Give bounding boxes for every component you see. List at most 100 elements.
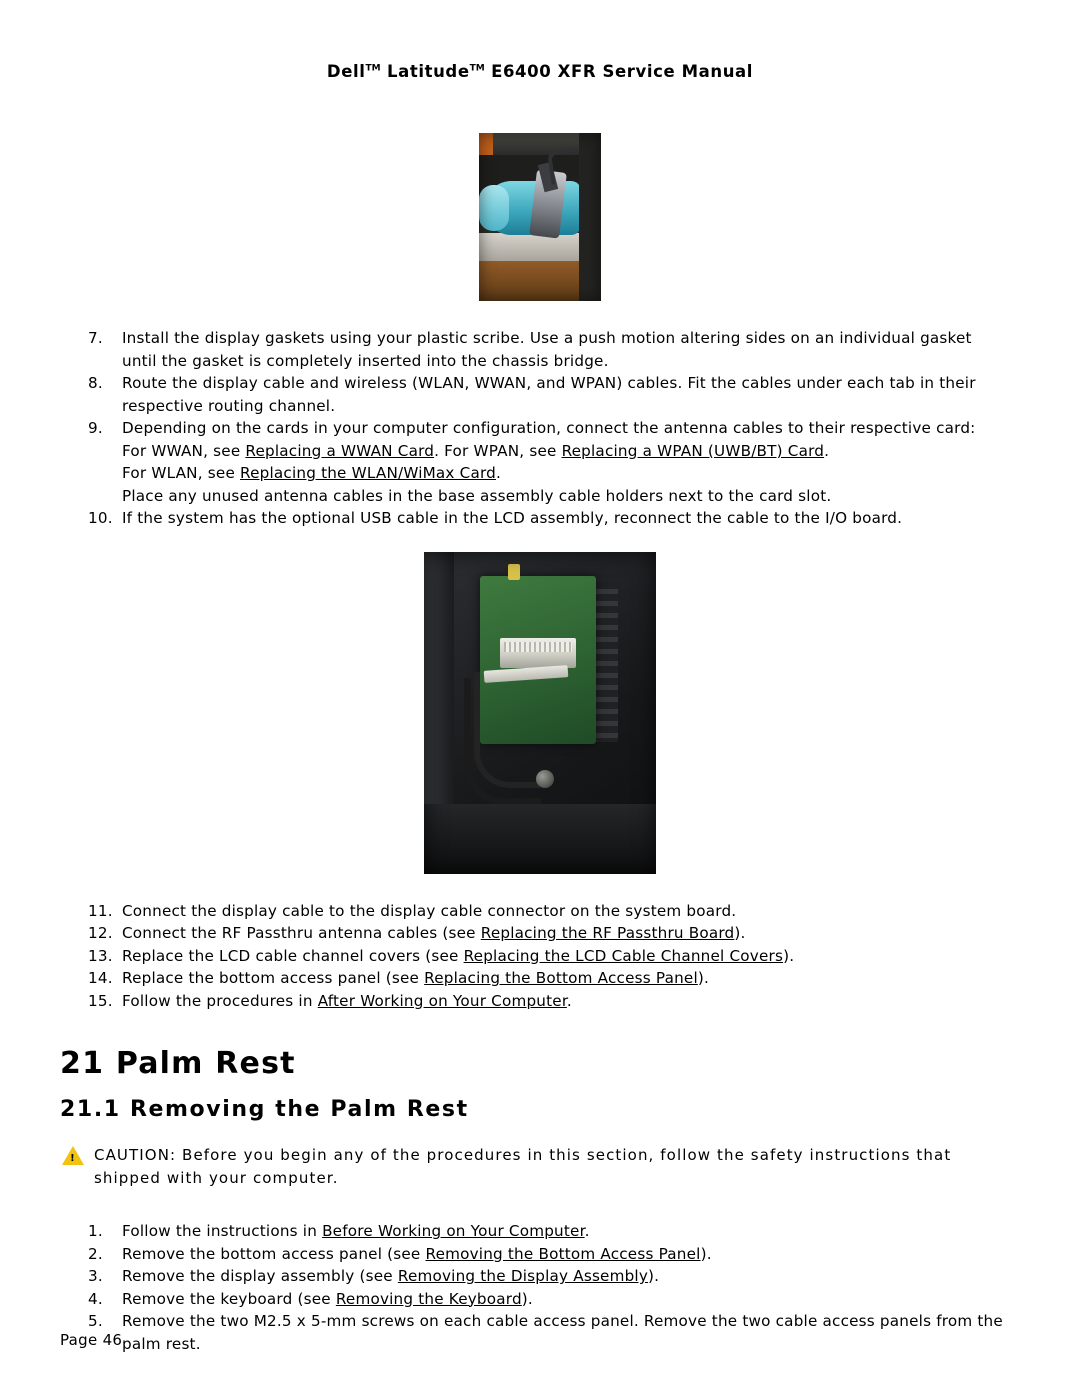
list-item: 8. Route the display cable and wireless … [88, 372, 1008, 417]
step-text-pre: Follow the instructions in [122, 1222, 323, 1240]
list-item: 4. Remove the keyboard (see Removing the… [88, 1288, 1020, 1311]
step-text-block: Follow the instructions in Before Workin… [122, 1220, 1020, 1243]
step-text-pre: Follow the procedures in [122, 991, 318, 1010]
step-text-block: Follow the procedures in After Working o… [122, 990, 1008, 1013]
step-text-line2-post: . [824, 441, 830, 460]
subsection-title: Removing the Palm Rest [129, 1097, 469, 1122]
step-text-post: ). [734, 924, 746, 942]
io-board-usb-cable-photo [424, 551, 656, 874]
steps-list-group-1: 7. Install the display gaskets using you… [0, 327, 1080, 530]
warning-exclamation: ! [70, 1153, 76, 1164]
step-text-post: ). [521, 1289, 533, 1308]
header-title-part2: Latitude [387, 62, 470, 81]
link-replacing-rf-passthru-board[interactable]: Replacing the RF Passthru Board [481, 924, 735, 942]
step-number: 3. [88, 1267, 103, 1285]
photo-vignette [479, 133, 601, 301]
step-text-post: ). [648, 1267, 660, 1285]
list-item: 12. Connect the RF Passthru antenna cabl… [88, 922, 1008, 945]
list-item: 2. Remove the bottom access panel (see R… [88, 1243, 1020, 1266]
photo-vignette [424, 552, 656, 874]
step-text-line4: Place any unused antenna cables in the b… [122, 486, 832, 505]
header-title-part3: E6400 XFR Service Manual [484, 62, 754, 81]
steps-list-group-2: 11. Connect the display cable to the dis… [0, 900, 1080, 1013]
list-item: 7. Install the display gaskets using you… [88, 327, 1008, 372]
section-number: 21 [60, 1046, 105, 1081]
list-item: 10. If the system has the optional USB c… [88, 507, 1008, 530]
step-text: Install the display gaskets using your p… [122, 329, 972, 370]
subsection-number: 21.1 [60, 1097, 121, 1122]
step-text-block: Remove the keyboard (see Removing the Ke… [122, 1288, 1020, 1311]
step-text: Route the display cable and wireless (WL… [122, 374, 976, 415]
link-replacing-lcd-cable-channel-covers[interactable]: Replacing the LCD Cable Channel Covers [464, 947, 784, 965]
section-title: Palm Rest [115, 1046, 296, 1081]
step-text-post: ). [697, 969, 710, 987]
page-title: 21 Palm Rest [0, 1046, 1080, 1081]
step-text-line3-post: . [495, 464, 502, 482]
step-text-line2-mid: . For WPAN, see [434, 441, 562, 460]
page-header: DellTM LatitudeTM E6400 XFR Service Manu… [0, 0, 1080, 81]
step-text-pre: Remove the bottom access panel (see [122, 1244, 426, 1263]
list-item: 5. Remove the two M2.5 x 5-mm screws on … [88, 1310, 1020, 1355]
step-number: 8. [88, 374, 103, 392]
step-text-block: Replace the bottom access panel (see Rep… [122, 967, 1008, 990]
link-replacing-wpan-card[interactable]: Replacing a WPAN (UWB/BT) Card [562, 442, 825, 460]
header-title-part1: Dell [326, 62, 366, 81]
step-number: 7. [88, 329, 103, 347]
caution-note: ! CAUTION: Before you begin any of the p… [0, 1144, 1080, 1190]
warning-triangle-icon: ! [62, 1146, 86, 1167]
link-replacing-wlan-wimax-card[interactable]: Replacing the WLAN/WiMax Card [240, 464, 496, 482]
steps-list-group-3: 1. Follow the instructions in Before Wor… [0, 1220, 1080, 1355]
step-text-line3-pre: For WLAN, see [122, 464, 241, 482]
step-text-pre: Replace the LCD cable channel covers (se… [122, 946, 464, 965]
step-text-pre: Remove the keyboard (see [122, 1289, 336, 1308]
step-text-post: . [584, 1222, 590, 1240]
page-footer: Page 46 [60, 1331, 123, 1349]
link-removing-display-assembly[interactable]: Removing the Display Assembly [398, 1267, 648, 1285]
document-page: DellTM LatitudeTM E6400 XFR Service Manu… [0, 0, 1080, 1397]
display-gasket-photo [479, 133, 601, 301]
step-number: 9. [88, 419, 103, 437]
step-text-block: Replace the LCD cable channel covers (se… [122, 945, 1008, 968]
list-item: 3. Remove the display assembly (see Remo… [88, 1265, 1020, 1288]
step-number: 1. [88, 1222, 103, 1240]
step-text-pre: Connect the RF Passthru antenna cables (… [122, 924, 481, 942]
step-text-post: . [566, 991, 572, 1010]
step-text-post: ). [783, 946, 795, 965]
step-text: Connect the display cable to the display… [122, 901, 737, 920]
step-number: 2. [88, 1244, 103, 1263]
step-text-pre: Replace the bottom access panel (see [122, 969, 425, 987]
header-trademark-1: TM [365, 63, 381, 74]
step-text-block: Remove the bottom access panel (see Remo… [122, 1243, 1020, 1266]
step-number: 13. [88, 946, 113, 965]
list-item: 13. Replace the LCD cable channel covers… [88, 945, 1008, 968]
step-text-block: Depending on the cards in your computer … [122, 417, 1008, 507]
link-replacing-wwan-card[interactable]: Replacing a WWAN Card [245, 442, 434, 460]
step-number: 10. [88, 509, 113, 527]
header-trademark-2: TM [469, 63, 485, 74]
step-text: Remove the two M2.5 x 5-mm screws on eac… [122, 1312, 1003, 1353]
step-number: 11. [88, 901, 113, 920]
step-number: 14. [88, 969, 113, 987]
link-after-working-on-your-computer[interactable]: After Working on Your Computer [318, 992, 567, 1010]
list-item: 9. Depending on the cards in your comput… [88, 417, 1008, 507]
step-text-block: Remove the display assembly (see Removin… [122, 1265, 1020, 1288]
link-replacing-bottom-access-panel[interactable]: Replacing the Bottom Access Panel [424, 969, 698, 987]
link-removing-bottom-access-panel[interactable]: Removing the Bottom Access Panel [426, 1245, 701, 1263]
step-text-line2-pre: For WWAN, see [122, 441, 246, 460]
step-number: 15. [88, 991, 113, 1010]
step-text-post: ). [700, 1244, 712, 1263]
list-item: 14. Replace the bottom access panel (see… [88, 967, 1008, 990]
step-text-block: Connect the RF Passthru antenna cables (… [122, 922, 1008, 945]
caution-text: CAUTION: Before you begin any of the pro… [94, 1144, 1020, 1190]
list-item: 11. Connect the display cable to the dis… [88, 900, 1008, 923]
list-item: 1. Follow the instructions in Before Wor… [88, 1220, 1020, 1243]
link-removing-keyboard[interactable]: Removing the Keyboard [336, 1290, 522, 1308]
caution-label: CAUTION: [94, 1146, 177, 1164]
step-text-line1: Depending on the cards in your computer … [122, 419, 976, 437]
step-text-pre: Remove the display assembly (see [122, 1267, 398, 1285]
step-number: 12. [88, 924, 113, 942]
caution-body: Before you begin any of the procedures i… [94, 1146, 952, 1187]
step-text: If the system has the optional USB cable… [122, 509, 903, 527]
list-item: 15. Follow the procedures in After Worki… [88, 990, 1008, 1013]
link-before-working-on-your-computer[interactable]: Before Working on Your Computer [322, 1222, 585, 1240]
